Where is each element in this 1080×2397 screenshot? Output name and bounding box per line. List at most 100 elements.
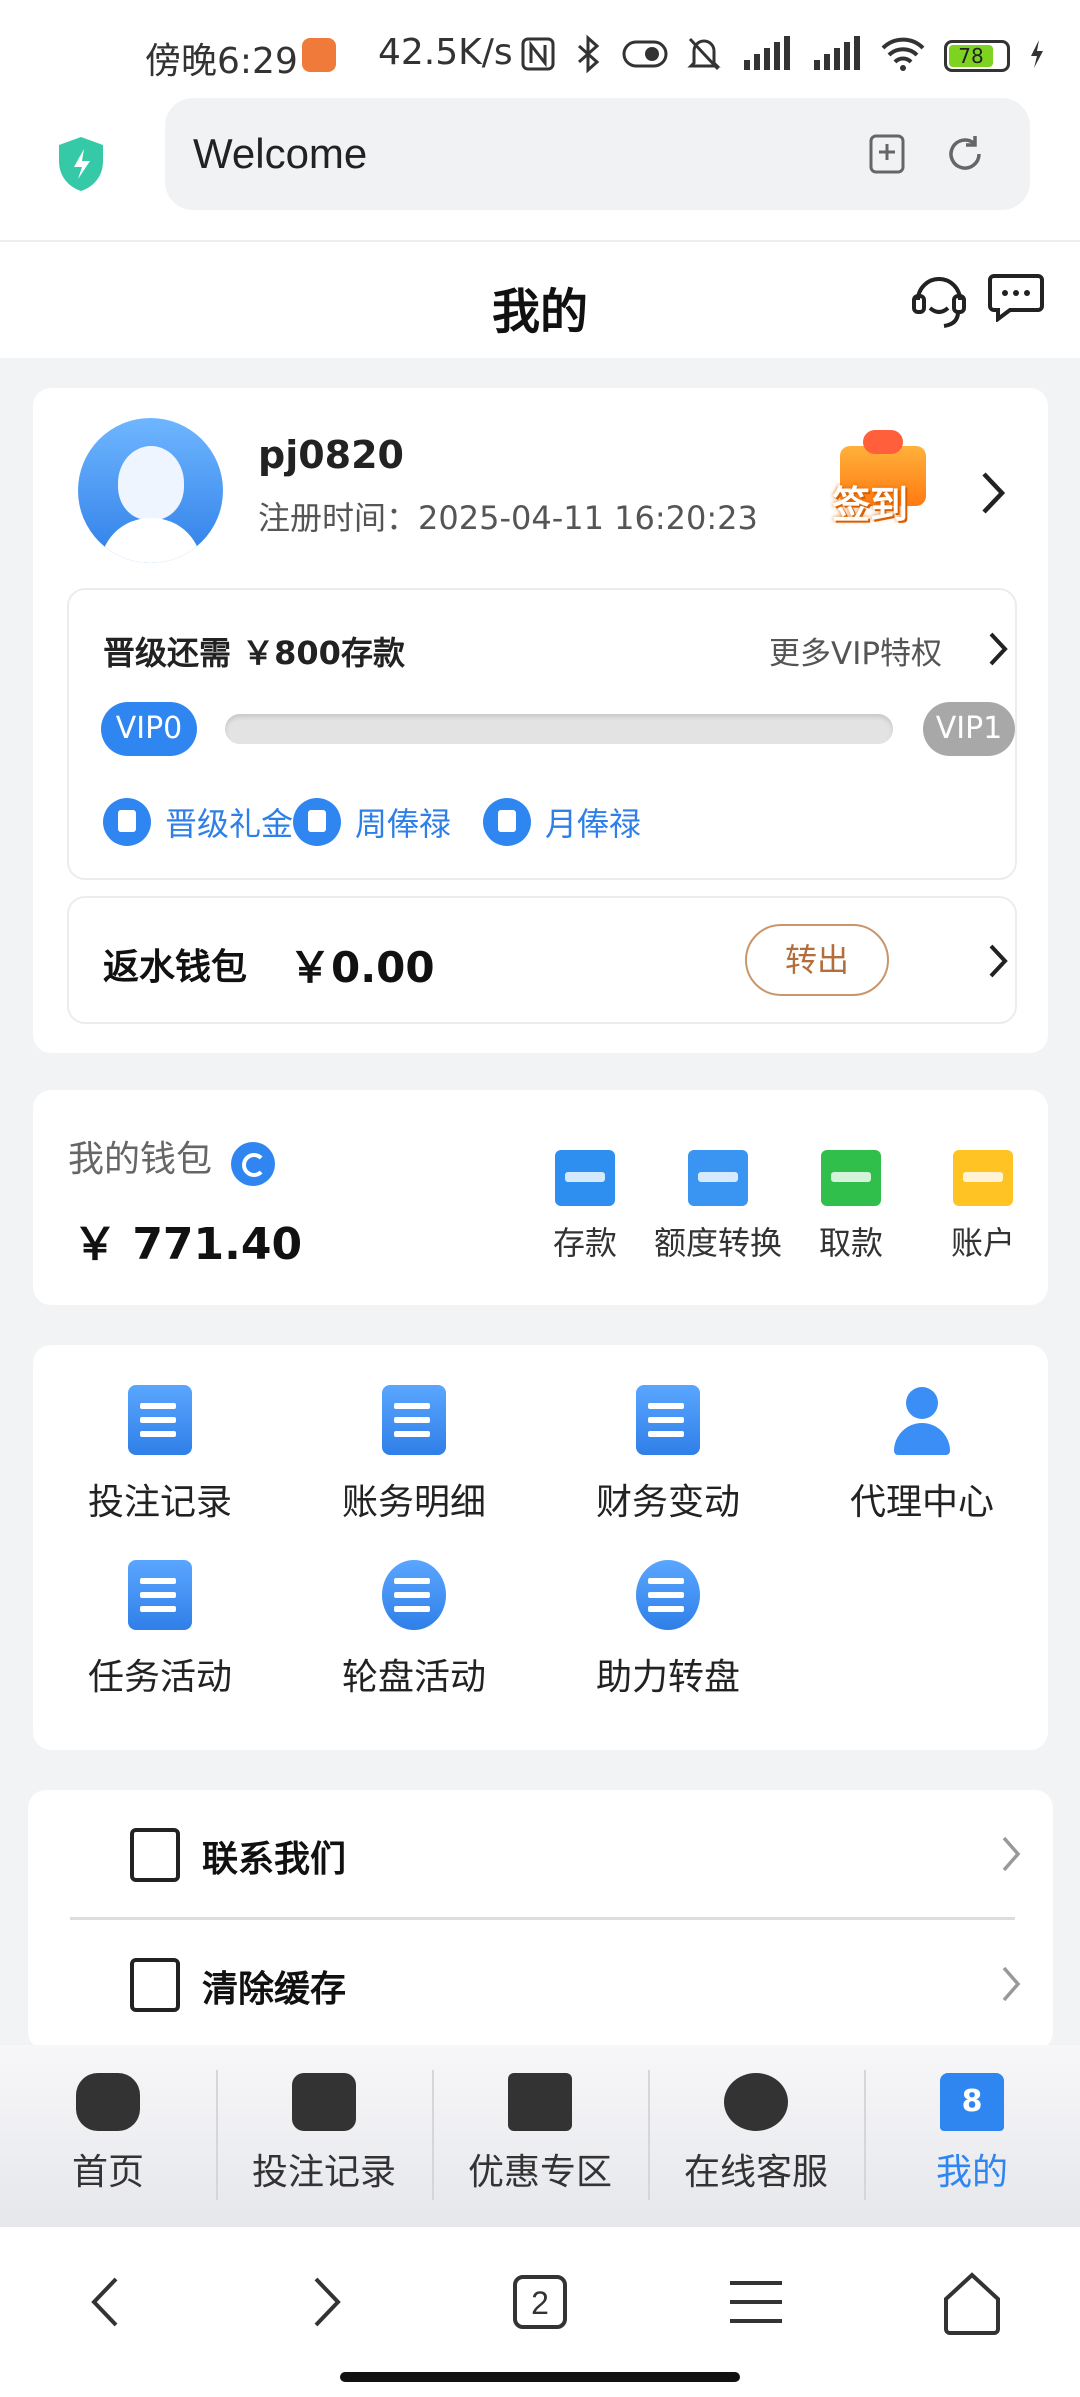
transfer-arrows-icon [688,1150,748,1206]
perk-monthly-salary[interactable]: 月俸禄 [483,798,641,846]
avatar-head [118,446,184,520]
battery-icon: 78 [944,40,1010,72]
menu-label: 账务明细 [341,1482,486,1523]
list-label: 清除缓存 [202,1969,347,2010]
list-label: 联系我们 [202,1839,347,1880]
home-indicator[interactable] [340,2372,740,2382]
chevron-right-icon[interactable] [978,468,1008,518]
forward-icon[interactable] [286,2267,366,2337]
money-bag-icon [483,798,531,846]
op-label: 存款 [552,1224,617,1262]
withdraw-button[interactable]: 取款 [781,1150,921,1264]
home-icon[interactable] [932,2267,1012,2337]
tab-online-service[interactable]: 在线客服 [648,2045,864,2227]
op-label: 账户 [950,1224,1015,1262]
current-vip-badge: VIP0 [101,702,197,756]
menu-task-activity[interactable]: 任务活动 [45,1560,275,1700]
refresh-icon[interactable] [231,1142,275,1186]
contact-book-icon [130,1828,180,1882]
jersey-icon: 8 [940,2073,1004,2131]
vip-panel: 晋级还需 ￥800存款 更多VIP特权 VIP0 VIP1 晋级礼金 周俸禄 月… [67,588,1017,880]
task-document-icon [128,1560,192,1630]
menu-finance-changes[interactable]: 财务变动 [553,1385,783,1525]
perk-label: 晋级礼金 [165,805,294,843]
op-label: 额度转换 [653,1224,782,1262]
exchange-document-icon [382,1385,446,1455]
back-icon[interactable] [66,2267,146,2337]
toggle-icon [622,38,668,74]
shield-icon[interactable] [55,135,107,193]
calendar-document-icon [636,1385,700,1455]
tab-label: 在线客服 [683,2152,828,2193]
prize-wheel-icon [636,1560,700,1630]
battery-level: 78 [949,45,993,67]
tabs-count: 2 [531,2285,549,2321]
contact-us-row[interactable]: 联系我们 [70,1790,1021,1918]
avatar[interactable] [78,418,223,563]
status-icons: 78 [520,34,1046,78]
op-label: 取款 [818,1224,883,1262]
wallet-label: 我的钱包 [68,1139,213,1180]
gamepad-icon [76,2073,140,2131]
message-icon[interactable] [988,272,1044,323]
menu-label: 投注记录 [87,1482,232,1523]
status-bar: 傍晚6:29 42.5K/s 78 [0,0,1080,110]
mute-icon [686,35,722,77]
wallet-card: 我的钱包 ￥ 771.40 存款 额度转换 取款 账户 [33,1090,1048,1305]
menu-agent-center[interactable]: 代理中心 [807,1385,1037,1525]
menu-label: 代理中心 [849,1482,994,1523]
clipboard-edit-icon [292,2073,356,2131]
account-button[interactable]: 账户 [913,1150,1053,1264]
tab-label: 我的 [935,2152,1008,2193]
next-vip-badge: VIP1 [923,702,1015,756]
signin-button[interactable]: 签到 [818,426,948,536]
network-speed: 42.5K/s [378,32,513,73]
deposit-button[interactable]: 存款 [515,1150,655,1264]
upgrade-arrow-icon [103,798,151,846]
tabs-count-icon[interactable]: 2 [500,2267,580,2337]
perk-weekly-salary[interactable]: 周俸禄 [293,798,451,846]
transfer-button[interactable]: 额度转换 [648,1150,788,1264]
gift-icon [508,2073,572,2131]
document-icon [128,1385,192,1455]
username: pj0820 [258,433,404,477]
menu-account-details[interactable]: 账务明细 [299,1385,529,1525]
address-bar-text[interactable]: Welcome [193,130,367,178]
vip-upgrade-requirement: 晋级还需 ￥800存款 [103,634,405,672]
tab-mine[interactable]: 8 我的 [864,2045,1080,2227]
transfer-out-button[interactable]: 转出 [745,924,889,996]
rebate-wallet: 返水钱包 ￥0.00 转出 [67,896,1017,1024]
signin-label: 签到 [832,483,909,527]
wallet-icon [555,1150,615,1206]
gift-bow-icon [863,430,903,454]
customer-service-icon[interactable] [908,268,970,330]
registration-time: 注册时间：2025-04-11 16:20:23 [258,499,758,537]
page-header: 我的 [0,240,1080,358]
trash-icon [130,1958,180,2012]
menu-icon[interactable] [716,2267,796,2337]
tab-label: 投注记录 [251,2152,396,2193]
tab-bet-records[interactable]: 投注记录 [216,2045,432,2227]
reload-icon[interactable] [943,132,987,176]
menu-wheel-activity[interactable]: 轮盘活动 [299,1560,529,1700]
agent-person-icon [890,1385,954,1455]
clipboard-icon [293,798,341,846]
tab-promotions[interactable]: 优惠专区 [432,2045,648,2227]
more-vip-link[interactable]: 更多VIP特权 [769,628,942,673]
chevron-right-icon [1000,1964,1022,2004]
perk-upgrade-bonus[interactable]: 晋级礼金 [103,798,293,846]
menu-bet-records[interactable]: 投注记录 [45,1385,275,1525]
menu-label: 财务变动 [595,1482,740,1523]
card-icon [953,1150,1013,1206]
chevron-right-icon[interactable] [987,942,1009,980]
menu-assist-wheel[interactable]: 助力转盘 [553,1560,783,1700]
wheel-icon [382,1560,446,1630]
tab-home[interactable]: 首页 [0,2045,216,2227]
feature-grid: 投注记录 账务明细 财务变动 代理中心 任务活动 轮盘活动 助力转盘 [33,1345,1048,1750]
wallet-balance: ￥ 771.40 [73,1219,303,1270]
chevron-right-icon[interactable] [987,630,1009,668]
address-bar[interactable]: Welcome [165,98,1030,210]
tab-label: 首页 [71,2152,144,2193]
clear-cache-row[interactable]: 清除缓存 [70,1920,1021,2048]
add-bookmark-icon[interactable] [865,132,909,176]
